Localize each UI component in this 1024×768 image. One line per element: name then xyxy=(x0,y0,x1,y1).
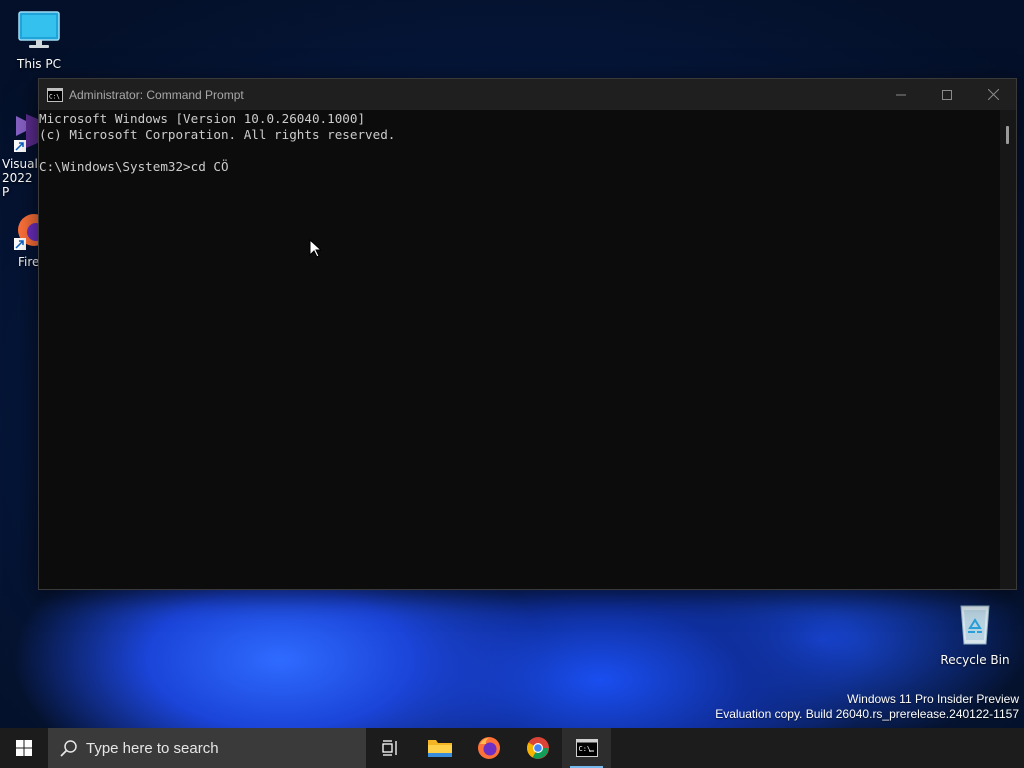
search-icon xyxy=(60,739,78,757)
close-button[interactable] xyxy=(970,79,1016,110)
desktop-icon-firefox[interactable]: Fire xyxy=(0,210,50,269)
taskbar-file-explorer[interactable] xyxy=(415,728,464,768)
taskbar: Type here to search C:\ xyxy=(0,728,1024,768)
start-button[interactable] xyxy=(0,728,48,768)
firefox-icon xyxy=(477,737,500,759)
maximize-button[interactable] xyxy=(924,79,970,110)
console-prompt-line: C:\Windows\System32>cd CÖ xyxy=(39,159,229,174)
taskbar-chrome[interactable] xyxy=(513,728,562,768)
console-line: (c) Microsoft Corporation. All rights re… xyxy=(39,127,396,142)
minimize-button[interactable] xyxy=(878,79,924,110)
mouse-cursor-icon xyxy=(309,239,321,258)
folder-icon xyxy=(427,740,452,757)
chrome-icon xyxy=(526,737,549,759)
taskbar-search-box[interactable]: Type here to search xyxy=(48,728,366,768)
maximize-icon xyxy=(942,89,952,100)
task-view-button[interactable] xyxy=(366,728,415,768)
console-output[interactable]: Microsoft Windows [Version 10.0.26040.10… xyxy=(39,110,1000,589)
vertical-scrollbar[interactable] xyxy=(1000,110,1016,589)
desktop-icon-visual-studio[interactable]: Visual 2022 P xyxy=(0,112,48,199)
monitor-icon xyxy=(18,11,60,48)
window-titlebar[interactable]: C:\ Administrator: Command Prompt xyxy=(39,79,1016,110)
search-placeholder: Type here to search xyxy=(86,739,219,757)
taskbar-firefox[interactable] xyxy=(464,728,513,768)
desktop-icon-label: Recycle Bin xyxy=(940,653,1010,667)
windows-logo-icon xyxy=(16,740,32,756)
desktop-icon-this-pc[interactable]: This PC xyxy=(0,10,78,71)
scrollbar-thumb[interactable] xyxy=(1006,126,1009,144)
console-line: Microsoft Windows [Version 10.0.26040.10… xyxy=(39,111,366,126)
desktop-icon-label: Visual 2022 P xyxy=(2,157,38,199)
desktop-icon-recycle-bin[interactable]: Recycle Bin xyxy=(936,602,1014,667)
command-prompt-icon: C:\ xyxy=(47,87,63,102)
command-prompt-window[interactable]: C:\ Administrator: Command Prompt Micros… xyxy=(38,78,1017,590)
watermark-build: Evaluation copy. Build 26040.rs_prerelea… xyxy=(715,707,1019,721)
desktop-icon-label: This PC xyxy=(17,57,61,71)
svg-text:C:\: C:\ xyxy=(49,93,60,100)
task-view-icon xyxy=(381,740,397,756)
window-title: Administrator: Command Prompt xyxy=(69,87,244,102)
minimize-icon xyxy=(896,94,906,95)
windows-watermark: Windows 11 Pro Insider Preview Evaluatio… xyxy=(715,692,1019,722)
desktop-icon-label: Fire xyxy=(18,255,40,269)
recycle-bin-icon xyxy=(960,605,990,645)
close-icon xyxy=(987,89,999,100)
command-prompt-icon: C:\ xyxy=(575,739,598,757)
taskbar-command-prompt[interactable]: C:\ xyxy=(562,728,611,768)
watermark-edition: Windows 11 Pro Insider Preview xyxy=(847,692,1019,706)
svg-text:C:\: C:\ xyxy=(578,745,591,753)
